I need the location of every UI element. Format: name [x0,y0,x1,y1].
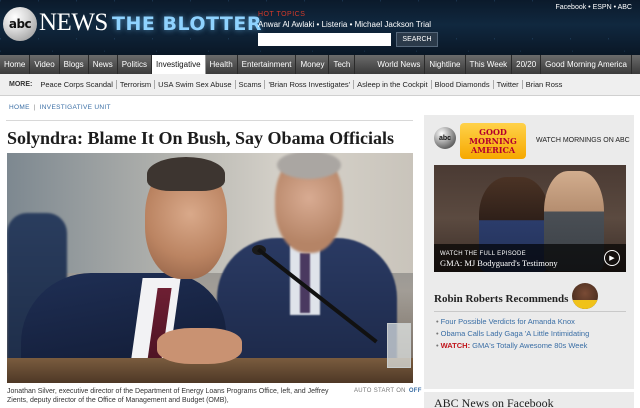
video-label: WATCH THE FULL EPISODE [440,251,526,257]
nav-home[interactable]: Home [0,55,31,74]
nav-2020[interactable]: 20/20 [512,55,542,74]
avatar [572,283,598,309]
breadcrumb-home[interactable]: HOME [9,104,30,111]
sub-nav-item[interactable]: USA Swim Sex Abuse [155,80,236,89]
site-header: abc NEWS THE BLOTTER HOT TOPICS Anwar Al… [0,0,640,55]
list-item-link[interactable]: GMA's Totally Awesome 80s Week [472,341,587,350]
sub-nav: MORE: Peace Corps Scandal Terrorism USA … [0,74,640,96]
abc-logo[interactable]: abc [3,7,37,41]
play-icon[interactable]: ▶ [604,250,620,266]
breadcrumb-investigative-unit[interactable]: INVESTIGATIVE UNIT [40,104,111,111]
nav-tech[interactable]: Tech [329,55,356,74]
video-title[interactable]: GMA: MJ Bodyguard's Testimony [440,258,558,268]
sub-nav-item[interactable]: Twitter [494,80,523,89]
nav-world-news[interactable]: World News [373,55,426,74]
more-label: MORE: [9,81,33,88]
sub-nav-item[interactable]: Asleep in the Cockpit [354,80,432,89]
list-item[interactable]: • Obama Calls Lady Gaga 'A Little Intimid… [436,328,626,340]
nav-this-week[interactable]: This Week [466,55,513,74]
autostart-label: AUTO START ON [354,388,406,394]
nav-health[interactable]: Health [206,55,238,74]
autostart-off-button[interactable]: OFF [409,388,422,394]
right-sidebar: abc GOOD MORNING AMERICA WATCH MORNINGS … [424,115,634,408]
watch-tag: WATCH: [440,341,471,350]
nav-money[interactable]: Money [296,55,330,74]
divider [434,311,626,312]
list-item[interactable]: • WATCH: GMA's Totally Awesome 80s Week [436,340,626,352]
facebook-title[interactable]: ABC News on Facebook [434,396,554,408]
news-wordmark[interactable]: NEWS [39,9,108,37]
sub-nav-item[interactable]: Peace Corps Scandal [37,80,117,89]
abc-logo-small: abc [434,127,456,149]
hot-topics-links[interactable]: Anwar Al Awlaki • Listeria • Michael Jac… [258,20,431,29]
top-network-links[interactable]: Facebook • ESPN • ABC [556,4,633,11]
breadcrumb: HOME | INVESTIGATIVE UNIT [9,104,111,111]
photo-water-glass [387,323,411,368]
bullet-icon: • [436,341,439,350]
facebook-panel: ABC News on Facebook [424,392,634,408]
sub-nav-item[interactable]: Brian Ross [523,80,566,89]
sub-nav-item[interactable]: Terrorism [117,80,156,89]
hot-topics-label: HOT TOPICS [258,11,306,18]
blotter-wordmark[interactable]: THE BLOTTER [112,13,262,35]
search-button[interactable]: SEARCH [396,32,438,47]
divider [6,120,413,121]
gma-logo-line: AMERICA [470,145,516,155]
gma-logo: GOOD MORNING AMERICA [460,123,526,159]
photo-first-official-hair [147,157,225,191]
gma-promo[interactable]: abc GOOD MORNING AMERICA WATCH MORNINGS … [434,123,630,163]
nav-blogs[interactable]: Blogs [60,55,89,74]
list-item-link[interactable]: Obama Calls Lady Gaga 'A Little Intimida… [441,329,590,338]
nav-video[interactable]: Video [30,55,60,74]
gma-cta[interactable]: WATCH MORNINGS ON ABC [536,137,630,144]
photo-first-official-hands [157,328,242,364]
page: abc NEWS THE BLOTTER HOT TOPICS Anwar Al… [0,0,640,408]
article-headline: Solyndra: Blame It On Bush, Say Obama Of… [7,128,395,148]
nav-investigative[interactable]: Investigative [152,55,206,74]
article-photo[interactable] [7,153,413,383]
sub-nav-item[interactable]: Scams [236,80,266,89]
nav-good-morning-america[interactable]: Good Morning America [541,55,632,74]
search-input[interactable] [258,33,391,46]
bullet-icon: • [436,317,439,326]
nav-nightline[interactable]: Nightline [425,55,466,74]
list-item[interactable]: • Four Possible Verdicts for Amanda Knox [436,316,626,328]
recommendations-list: • Four Possible Verdicts for Amanda Knox … [436,316,626,352]
nav-entertainment[interactable]: Entertainment [238,55,297,74]
sub-nav-item[interactable]: Blood Diamonds [432,80,494,89]
video-player[interactable]: WATCH THE FULL EPISODE GMA: MJ Bodyguard… [434,165,626,272]
bullet-icon: • [436,329,439,338]
avatar-shirt [572,300,598,309]
sub-nav-item[interactable]: 'Brian Ross Investigates' [265,80,355,89]
list-item-link[interactable]: Four Possible Verdicts for Amanda Knox [441,317,575,326]
autostart-toggle[interactable]: AUTO START ON OFF [354,388,422,394]
photo-caption: Jonathan Silver, executive director of t… [7,388,329,404]
breadcrumb-separator: | [33,104,36,111]
main-nav: Home Video Blogs News Politics Investiga… [0,55,640,74]
robin-roberts-title: Robin Roberts Recommends [434,293,569,305]
nav-news[interactable]: News [89,55,118,74]
nav-politics[interactable]: Politics [118,55,153,74]
